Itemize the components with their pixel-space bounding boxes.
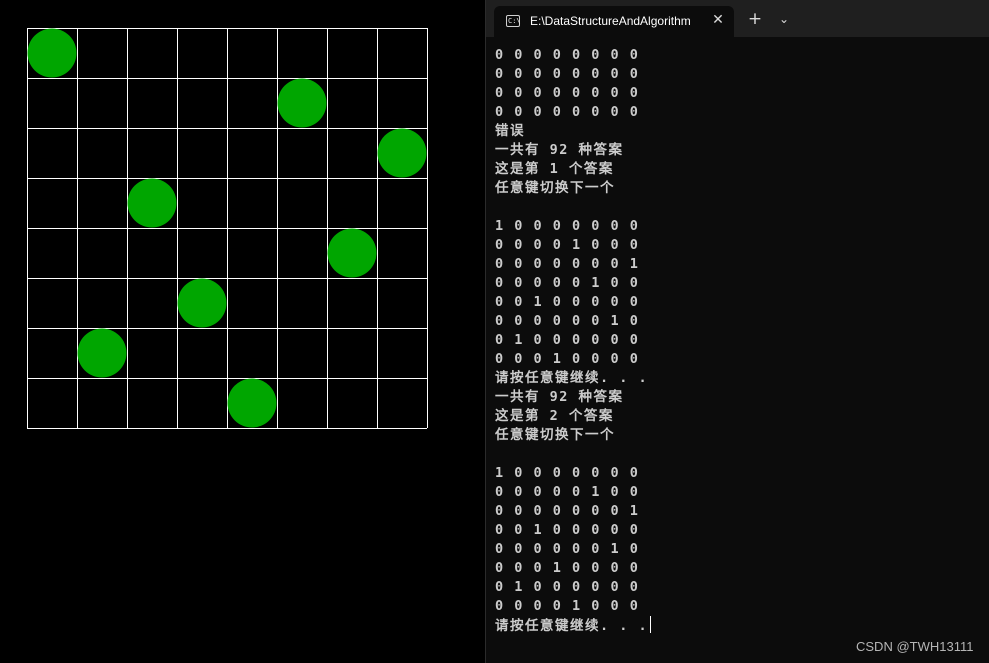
terminal-icon: C:\ <box>506 15 521 27</box>
terminal-line: 任意键切换下一个 <box>495 427 615 443</box>
terminal-line: 0 0 0 0 0 0 1 0 <box>495 541 640 557</box>
watermark: CSDN @TWH13111 <box>856 639 974 654</box>
terminal-line: 0 0 0 1 0 0 0 0 <box>495 560 640 576</box>
terminal-line: 0 1 0 0 0 0 0 0 <box>495 579 640 595</box>
terminal-line: 0 0 0 0 0 1 0 0 <box>495 275 640 291</box>
terminal-line: 任意键切换下一个 <box>495 180 615 196</box>
queen-marker <box>377 128 427 178</box>
graphics-window <box>0 0 484 663</box>
terminal-line: 0 0 1 0 0 0 0 0 <box>495 522 640 538</box>
chevron-down-icon[interactable]: ⌄ <box>774 9 794 29</box>
terminal-tab[interactable]: C:\ E:\DataStructureAndAlgorithm ✕ <box>494 6 734 37</box>
queen-marker <box>277 78 327 128</box>
queen-marker <box>27 28 77 78</box>
terminal-line: 错误 <box>495 123 525 139</box>
queen-marker <box>127 178 177 228</box>
terminal-window: C:\ E:\DataStructureAndAlgorithm ✕ + ⌄ 0… <box>485 0 989 663</box>
terminal-line: 请按任意键继续. . . <box>495 370 649 386</box>
queen-marker <box>227 378 277 428</box>
terminal-line: 这是第 1 个答案 <box>495 161 614 177</box>
new-tab-button[interactable]: + <box>745 9 765 29</box>
terminal-line: 0 0 0 0 1 0 0 0 <box>495 237 640 253</box>
terminal-line: 这是第 2 个答案 <box>495 408 614 424</box>
terminal-line: 0 0 1 0 0 0 0 0 <box>495 294 640 310</box>
terminal-line: 0 0 0 0 0 0 0 0 <box>495 66 640 82</box>
terminal-line: 1 0 0 0 0 0 0 0 <box>495 465 640 481</box>
terminal-line: 0 0 0 0 0 0 1 0 <box>495 313 640 329</box>
terminal-line: 0 0 0 0 0 0 0 0 <box>495 104 640 120</box>
terminal-line: 0 0 0 0 0 0 0 1 <box>495 256 640 272</box>
terminal-line: 0 0 0 0 0 0 0 1 <box>495 503 640 519</box>
close-icon[interactable]: ✕ <box>710 12 726 28</box>
terminal-line: 1 0 0 0 0 0 0 0 <box>495 218 640 234</box>
chessboard <box>27 28 428 429</box>
terminal-line: 0 0 0 0 0 1 0 0 <box>495 484 640 500</box>
terminal-line: 0 0 0 1 0 0 0 0 <box>495 351 640 367</box>
queen-marker <box>327 228 377 278</box>
tab-title: E:\DataStructureAndAlgorithm <box>530 14 691 28</box>
terminal-line: 0 0 0 0 1 0 0 0 <box>495 598 640 614</box>
text-cursor <box>650 616 652 633</box>
terminal-line: 0 1 0 0 0 0 0 0 <box>495 332 640 348</box>
terminal-line: 0 0 0 0 0 0 0 0 <box>495 85 640 101</box>
terminal-line: 请按任意键继续. . . <box>495 616 985 635</box>
terminal-line: 0 0 0 0 0 0 0 0 <box>495 47 640 63</box>
terminal-output[interactable]: 0 0 0 0 0 0 0 0 0 0 0 0 0 0 0 0 0 0 0 0 0 … <box>495 46 985 646</box>
queen-marker <box>77 328 127 378</box>
terminal-line: 一共有 92 种答案 <box>495 142 624 158</box>
terminal-line: 一共有 92 种答案 <box>495 389 624 405</box>
tab-bar: C:\ E:\DataStructureAndAlgorithm ✕ + ⌄ <box>486 0 989 37</box>
queen-marker <box>177 278 227 328</box>
